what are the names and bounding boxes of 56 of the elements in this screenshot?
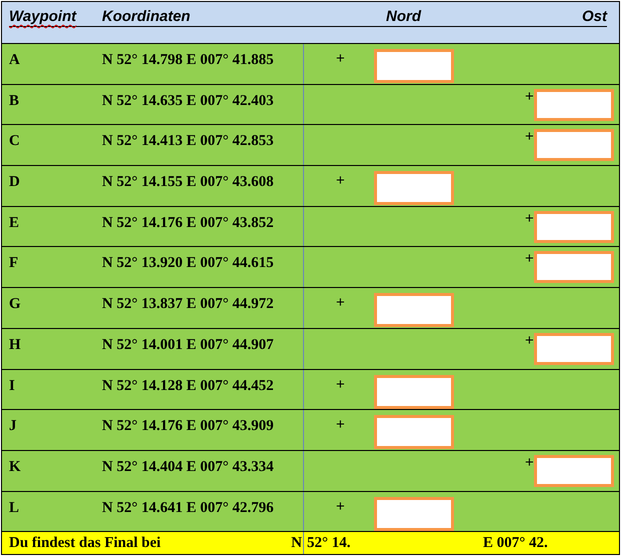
final-label: Du findest das Final bei xyxy=(9,534,161,554)
coordinates-text: N 52° 13.837 E 007° 44.972 xyxy=(102,296,274,314)
input-field[interactable] xyxy=(534,251,614,284)
input-field[interactable] xyxy=(374,293,454,328)
coordinates-text: N 52° 13.920 E 007° 44.615 xyxy=(102,255,274,274)
waypoint-label: J xyxy=(9,418,18,436)
column-header: Nord xyxy=(386,8,422,26)
column-header: Ost xyxy=(582,8,607,26)
coordinates-text: N 52° 14.001 E 007° 44.907 xyxy=(102,336,274,355)
plus-sign: + xyxy=(525,88,534,105)
north-prefix: N xyxy=(291,534,302,554)
plus-sign: + xyxy=(525,210,534,227)
input-field[interactable] xyxy=(374,374,454,408)
waypoint-label: D xyxy=(9,174,21,192)
input-field[interactable] xyxy=(374,415,454,450)
plus-sign: + xyxy=(336,50,345,67)
coordinates-text: N 52° 14.798 E 007° 41.885 xyxy=(102,52,274,70)
waypoint-label: E xyxy=(9,214,20,233)
column-header: Koordinaten xyxy=(102,8,192,26)
input-field[interactable] xyxy=(534,129,614,162)
input-field[interactable] xyxy=(374,49,454,83)
waypoint-label: F xyxy=(9,255,20,274)
coordinates-text: N 52° 14.641 E 007° 42.796 xyxy=(102,500,274,518)
coordinates-text: N 52° 14.176 E 007° 43.909 xyxy=(102,418,274,436)
plus-sign: + xyxy=(336,376,345,392)
waypoint-label: G xyxy=(9,296,22,314)
plus-sign: + xyxy=(525,128,534,146)
input-field[interactable] xyxy=(534,210,614,243)
north-value: 52° 14. xyxy=(307,534,352,554)
waypoint-label: H xyxy=(9,336,22,355)
coordinates-text: N 52° 14.128 E 007° 44.452 xyxy=(102,378,274,396)
plus-sign: + xyxy=(525,250,534,268)
plus-sign: + xyxy=(336,294,345,312)
input-field[interactable] xyxy=(374,496,454,531)
waypoint-label: C xyxy=(9,133,21,152)
east-value: E 007° 42. xyxy=(483,534,548,554)
coordinates-text: N 52° 14.413 E 007° 42.853 xyxy=(102,133,274,152)
input-field[interactable] xyxy=(374,171,454,206)
coordinates-text: N 52° 14.404 E 007° 43.334 xyxy=(102,458,274,477)
input-field[interactable] xyxy=(534,88,614,121)
input-field[interactable] xyxy=(534,332,614,365)
coordinates-text: N 52° 14.155 E 007° 43.608 xyxy=(102,174,274,192)
waypoint-label: B xyxy=(9,92,20,111)
coordinates-text: N 52° 14.635 E 007° 42.403 xyxy=(102,92,274,111)
coordinates-text: N 52° 14.176 E 007° 43.852 xyxy=(102,214,274,233)
waypoint-label: I xyxy=(9,378,16,396)
waypoint-label: A xyxy=(9,52,21,70)
plus-sign: + xyxy=(336,172,345,190)
input-field[interactable] xyxy=(534,454,614,487)
plus-sign: + xyxy=(525,332,534,349)
plus-sign: + xyxy=(525,454,534,471)
column-header: Waypoint xyxy=(9,8,78,26)
waypoint-label: L xyxy=(9,500,20,518)
plus-sign: + xyxy=(336,498,345,515)
waypoint-label: K xyxy=(9,458,22,477)
plus-sign: + xyxy=(336,416,345,434)
